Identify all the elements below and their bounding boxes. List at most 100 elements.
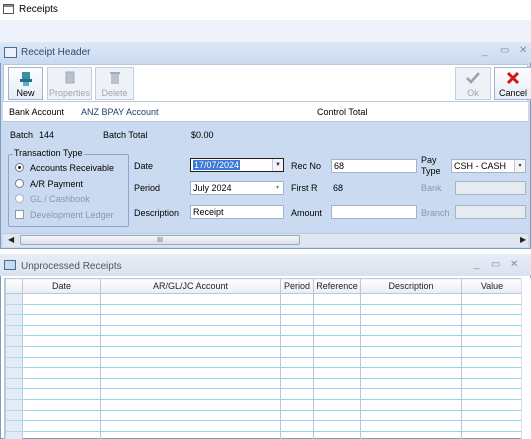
table-cell[interactable] [461,293,523,305]
row-header[interactable] [5,293,23,305]
row-header[interactable] [5,420,23,432]
table-cell[interactable] [461,367,523,379]
description-field[interactable]: Receipt [190,205,284,219]
row-header[interactable] [5,335,23,347]
table-cell[interactable] [461,378,523,390]
development-ledger-checkbox[interactable] [15,210,24,219]
row-header[interactable] [5,367,23,379]
table-cell[interactable] [313,346,361,358]
table-cell[interactable] [280,357,314,369]
table-row[interactable] [5,367,523,379]
column-header-description[interactable]: Description [360,278,462,294]
row-header[interactable] [5,388,23,400]
table-cell[interactable] [22,325,101,337]
table-cell[interactable] [313,304,361,316]
table-cell[interactable] [313,335,361,347]
period-select[interactable]: July 2024 ▾ [190,181,284,195]
cancel-button[interactable]: Cancel [494,67,531,100]
table-cell[interactable] [461,399,523,411]
table-cell[interactable] [461,346,523,358]
table-cell[interactable] [280,420,314,432]
table-cell[interactable] [360,293,462,305]
table-cell[interactable] [461,410,523,422]
table-row[interactable] [5,420,523,432]
row-header[interactable] [5,325,23,337]
table-cell[interactable] [360,388,462,400]
table-cell[interactable] [22,420,101,432]
table-cell[interactable] [22,335,101,347]
ok-button[interactable]: Ok [455,67,491,100]
minimize-icon[interactable]: _ [482,46,488,57]
table-row[interactable] [5,431,523,439]
table-cell[interactable] [360,410,462,422]
table-cell[interactable] [280,410,314,422]
table-cell[interactable] [360,367,462,379]
scroll-left-icon[interactable]: ◀ [8,235,14,244]
table-cell[interactable] [22,388,101,400]
column-header-reference[interactable]: Reference [313,278,361,294]
table-row[interactable] [5,335,523,347]
table-cell[interactable] [100,357,281,369]
table-row[interactable] [5,378,523,390]
maximize-icon[interactable]: ▭ [500,45,509,56]
table-row[interactable] [5,357,523,369]
table-cell[interactable] [360,399,462,411]
column-header-period[interactable]: Period [280,278,314,294]
table-cell[interactable] [100,410,281,422]
date-picker[interactable]: 17/07/2024 ▼ [190,158,284,172]
table-cell[interactable] [313,314,361,326]
table-cell[interactable] [360,357,462,369]
table-cell[interactable] [280,335,314,347]
table-cell[interactable] [100,335,281,347]
row-header[interactable] [5,399,23,411]
table-cell[interactable] [100,399,281,411]
table-row[interactable] [5,346,523,358]
radio-accounts-receivable[interactable] [15,163,24,172]
table-cell[interactable] [313,293,361,305]
table-cell[interactable] [313,367,361,379]
table-cell[interactable] [360,325,462,337]
table-cell[interactable] [313,378,361,390]
table-cell[interactable] [360,314,462,326]
table-cell[interactable] [22,378,101,390]
table-cell[interactable] [100,378,281,390]
table-row[interactable] [5,314,523,326]
table-cell[interactable] [22,314,101,326]
close-icon[interactable]: ✕ [519,45,527,56]
table-cell[interactable] [461,420,523,432]
table-cell[interactable] [280,346,314,358]
table-cell[interactable] [360,420,462,432]
row-header[interactable] [5,378,23,390]
table-cell[interactable] [360,431,462,439]
table-cell[interactable] [461,325,523,337]
table-cell[interactable] [461,304,523,316]
row-header[interactable] [5,304,23,316]
amount-field[interactable] [331,205,417,219]
table-cell[interactable] [461,357,523,369]
receipts-grid[interactable]: Date AR/GL/JC Account Period Reference D… [4,278,523,439]
table-cell[interactable] [100,314,281,326]
dropdown-arrow-icon[interactable]: ▼ [272,159,283,171]
properties-button[interactable]: Properties [47,67,92,100]
table-cell[interactable] [461,388,523,400]
table-cell[interactable] [280,378,314,390]
row-header[interactable] [5,346,23,358]
table-cell[interactable] [22,410,101,422]
table-cell[interactable] [360,335,462,347]
table-cell[interactable] [22,293,101,305]
table-row[interactable] [5,293,523,305]
table-cell[interactable] [280,399,314,411]
column-header-account[interactable]: AR/GL/JC Account [100,278,281,294]
table-cell[interactable] [22,357,101,369]
table-cell[interactable] [360,346,462,358]
table-cell[interactable] [461,431,523,439]
table-cell[interactable] [280,388,314,400]
column-header-date[interactable]: Date [22,278,101,294]
vertical-scrollbar[interactable] [521,278,531,439]
scrollbar-thumb[interactable]: III [20,235,300,245]
row-header[interactable] [5,410,23,422]
radio-ar-payment[interactable] [15,179,24,188]
table-cell[interactable] [22,431,101,439]
row-header[interactable] [5,357,23,369]
radio-gl-cashbook[interactable] [15,194,24,203]
